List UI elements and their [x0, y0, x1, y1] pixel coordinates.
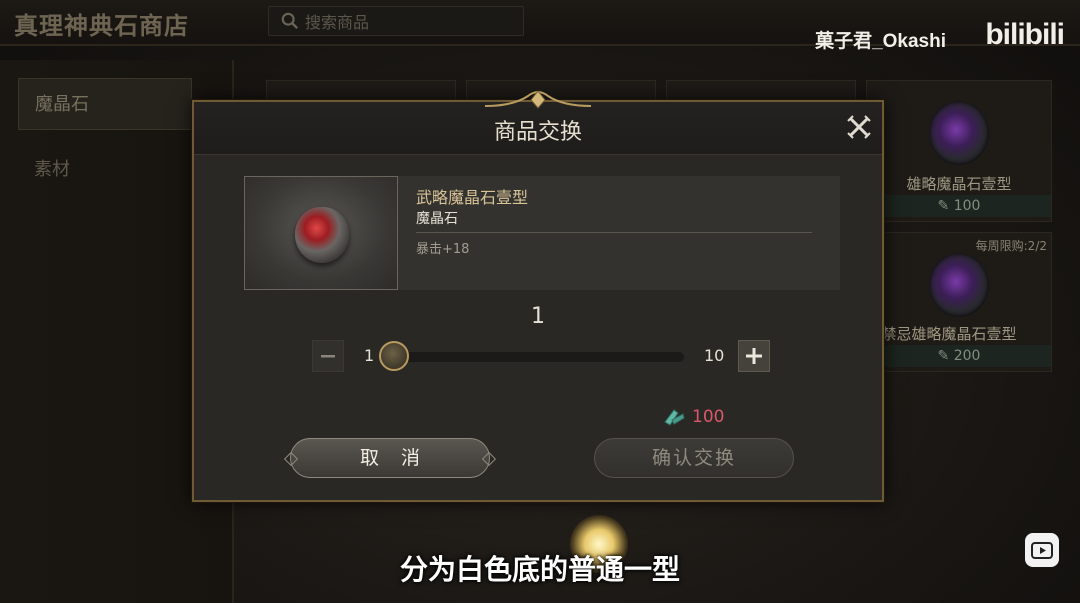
- crystal-icon: [929, 101, 989, 165]
- close-icon[interactable]: [844, 112, 874, 142]
- confirm-button-label: 确认交换: [651, 447, 736, 469]
- plus-icon: [746, 348, 762, 364]
- search-icon: [281, 12, 299, 30]
- button-ornament: [283, 451, 299, 467]
- slider-handle[interactable]: [379, 341, 409, 371]
- ornament-crest-icon: [484, 90, 592, 109]
- exchange-cost-value: 100: [692, 407, 725, 427]
- slider-max-label: 10: [704, 346, 725, 365]
- item-image: [244, 176, 398, 290]
- product-price: ✎ 200: [867, 345, 1051, 367]
- exchange-cost: 100: [662, 406, 724, 428]
- cancel-button-label: 取 消: [359, 447, 429, 469]
- currency-icon: ✎: [937, 198, 950, 214]
- uploader-watermark: 菓子君_Okashi: [815, 31, 946, 52]
- minus-icon: [321, 355, 335, 358]
- product-card[interactable]: [266, 80, 456, 102]
- item-divider: [416, 232, 812, 233]
- sidebar-item-material[interactable]: 素材: [18, 144, 192, 196]
- item-info-panel: 武略魔晶石壹型 魔晶石 暴击+18: [244, 176, 840, 290]
- decrease-quantity-button[interactable]: [312, 340, 344, 372]
- product-name: 禁忌雄略魔晶石壹型: [881, 325, 1017, 343]
- red-crystal-icon: [295, 207, 349, 263]
- currency-icon: ✎: [937, 348, 950, 364]
- confirm-exchange-button[interactable]: 确认交换: [594, 438, 794, 478]
- search-input[interactable]: 搜索商品: [268, 6, 524, 36]
- quantity-slider[interactable]: [379, 341, 684, 371]
- item-name: 武略魔晶石壹型: [416, 188, 529, 207]
- currency-icon: [664, 409, 685, 426]
- product-price-value: 200: [953, 348, 981, 364]
- slider-min-label: 1: [364, 346, 375, 365]
- platform-logo: bilibili: [985, 18, 1065, 51]
- shop-title: 真理神典石商店: [14, 11, 189, 40]
- button-ornament: [481, 451, 497, 467]
- item-type: 魔晶石: [416, 211, 458, 227]
- play-icon[interactable]: [1025, 533, 1059, 567]
- product-card[interactable]: [666, 80, 856, 102]
- cancel-button[interactable]: 取 消: [283, 438, 497, 478]
- increase-quantity-button[interactable]: [738, 340, 770, 372]
- sidebar-item-magic-crystal[interactable]: 魔晶石: [18, 78, 192, 130]
- search-placeholder: 搜索商品: [305, 13, 370, 32]
- exchange-dialog: 商品交换 武略魔晶石壹型 魔晶石 暴击+18 1 1 10 100 取 消 确认…: [192, 90, 884, 502]
- purchase-limit: 每周限购:2/2: [975, 239, 1047, 253]
- quantity-value: 1: [531, 304, 545, 329]
- product-price-value: 100: [953, 198, 981, 214]
- item-stat: 暴击+18: [416, 242, 470, 257]
- crystal-icon: [929, 253, 989, 317]
- product-price: ✎ 100: [867, 195, 1051, 217]
- dialog-title: 商品交换: [493, 120, 582, 145]
- product-name: 雄略魔晶石壹型: [906, 175, 1012, 193]
- video-subtitle: 分为白色底的普通一型: [399, 553, 680, 586]
- product-card[interactable]: 雄略魔晶石壹型 ✎ 100: [866, 80, 1052, 222]
- dialog-header: 商品交换: [194, 90, 882, 155]
- product-card[interactable]: 每周限购:2/2 禁忌雄略魔晶石壹型 ✎ 200: [866, 232, 1052, 372]
